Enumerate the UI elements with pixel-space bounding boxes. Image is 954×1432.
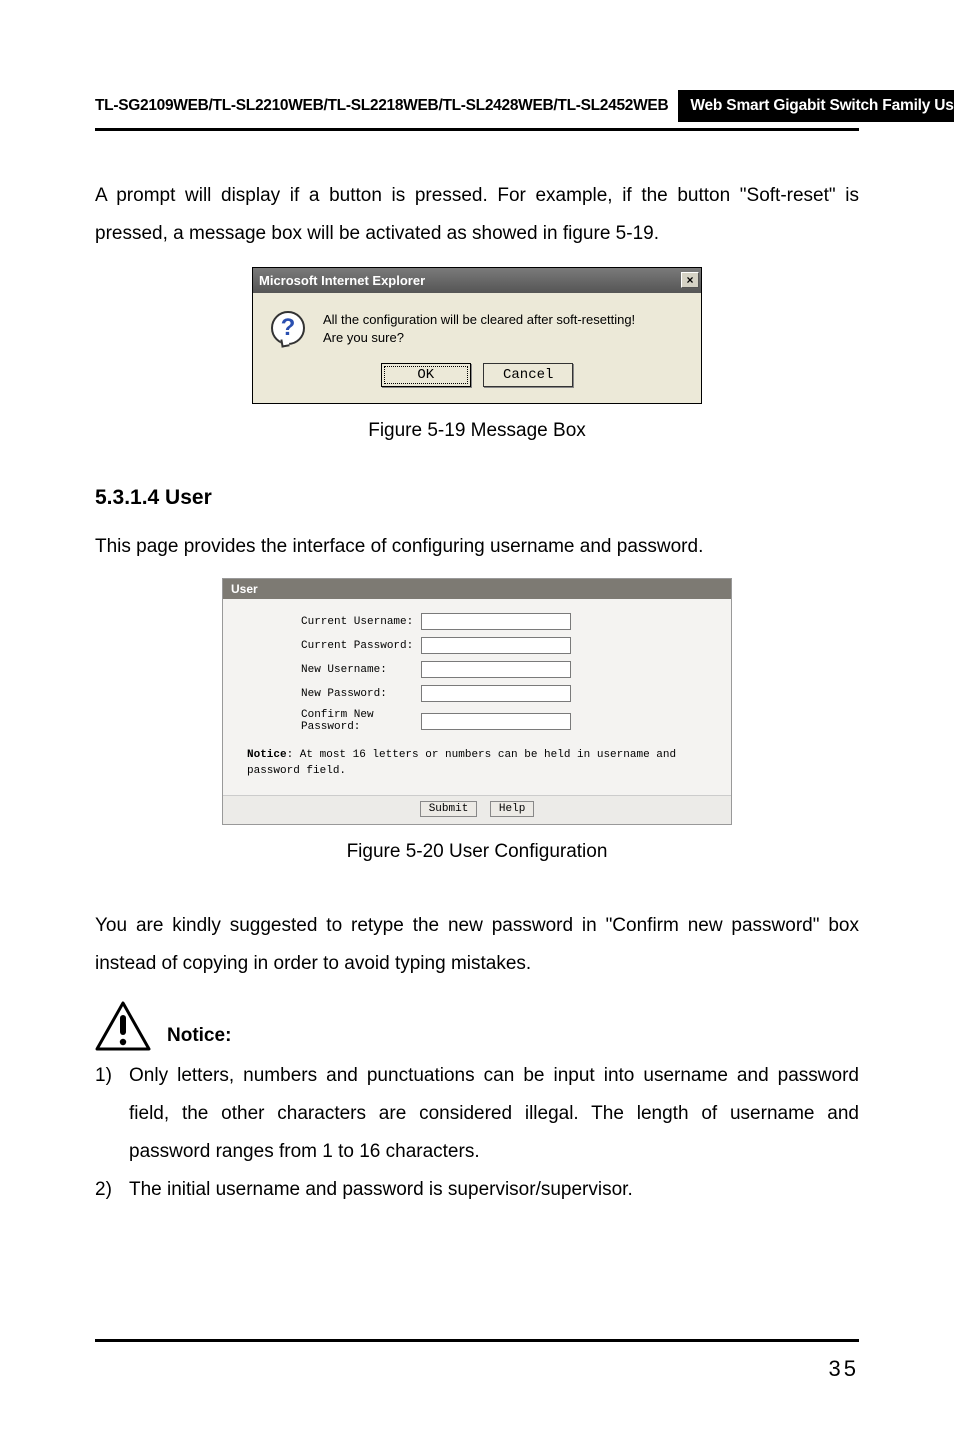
close-icon[interactable]: × [681,272,699,288]
figure-caption-1: Figure 5-19 Message Box [95,420,859,442]
dialog-message-line2: Are you sure? [323,329,635,347]
current-password-field[interactable] [421,637,571,654]
new-username-field[interactable] [421,661,571,678]
dialog-title: Microsoft Internet Explorer [259,273,425,288]
header-rule [95,128,859,131]
current-username-field[interactable] [421,613,571,630]
paragraph-user-intro: This page provides the interface of conf… [95,528,859,566]
header-guide: Web Smart Gigabit Switch Family User's G… [678,90,954,122]
ok-button[interactable]: OK [381,363,471,387]
dialog-message-line1: All the configuration will be cleared af… [323,311,635,329]
header-models: TL-SG2109WEB/TL-SL2210WEB/TL-SL2218WEB/T… [95,90,678,122]
panel-notice-rest: : At most 16 letters or numbers can be h… [247,749,676,776]
page-header: TL-SG2109WEB/TL-SL2210WEB/TL-SL2218WEB/T… [95,90,859,122]
paragraph-suggestion: You are kindly suggested to retype the n… [95,907,859,983]
panel-title: User [223,579,731,599]
page-number: 35 [829,1356,859,1382]
label-current-password: Current Password: [241,640,421,652]
panel-notice: Notice: At most 16 letters or numbers ca… [241,740,713,791]
list-item-1: 1) Only letters, numbers and punctuation… [95,1057,859,1171]
help-button[interactable]: Help [490,801,534,817]
warning-icon [95,1001,151,1051]
list-number-2: 2) [95,1171,129,1209]
label-new-password: New Password: [241,688,421,700]
question-icon: ? [271,311,305,345]
dialog-titlebar: Microsoft Internet Explorer × [253,268,701,293]
footer-rule [95,1339,859,1342]
list-body-1: Only letters, numbers and punctuations c… [129,1057,859,1171]
submit-button[interactable]: Submit [420,801,478,817]
label-confirm-password: Confirm New Password: [241,709,421,733]
confirm-password-field[interactable] [421,713,571,730]
dialog-message: All the configuration will be cleared af… [323,311,635,347]
list-body-2: The initial username and password is sup… [129,1171,859,1209]
new-password-field[interactable] [421,685,571,702]
list-number-1: 1) [95,1057,129,1171]
figure-caption-2: Figure 5-20 User Configuration [95,841,859,863]
notice-label: Notice: [167,1025,231,1051]
section-heading-user: 5.3.1.4 User [95,486,859,510]
cancel-button[interactable]: Cancel [483,363,573,387]
user-config-panel: User Current Username: Current Password:… [222,578,732,825]
list-item-2: 2) The initial username and password is … [95,1171,859,1209]
panel-notice-bold: Notice [247,749,287,761]
paragraph-intro: A prompt will display if a button is pre… [95,177,859,253]
label-new-username: New Username: [241,664,421,676]
message-box-dialog: Microsoft Internet Explorer × ? All the … [252,267,702,404]
label-current-username: Current Username: [241,616,421,628]
